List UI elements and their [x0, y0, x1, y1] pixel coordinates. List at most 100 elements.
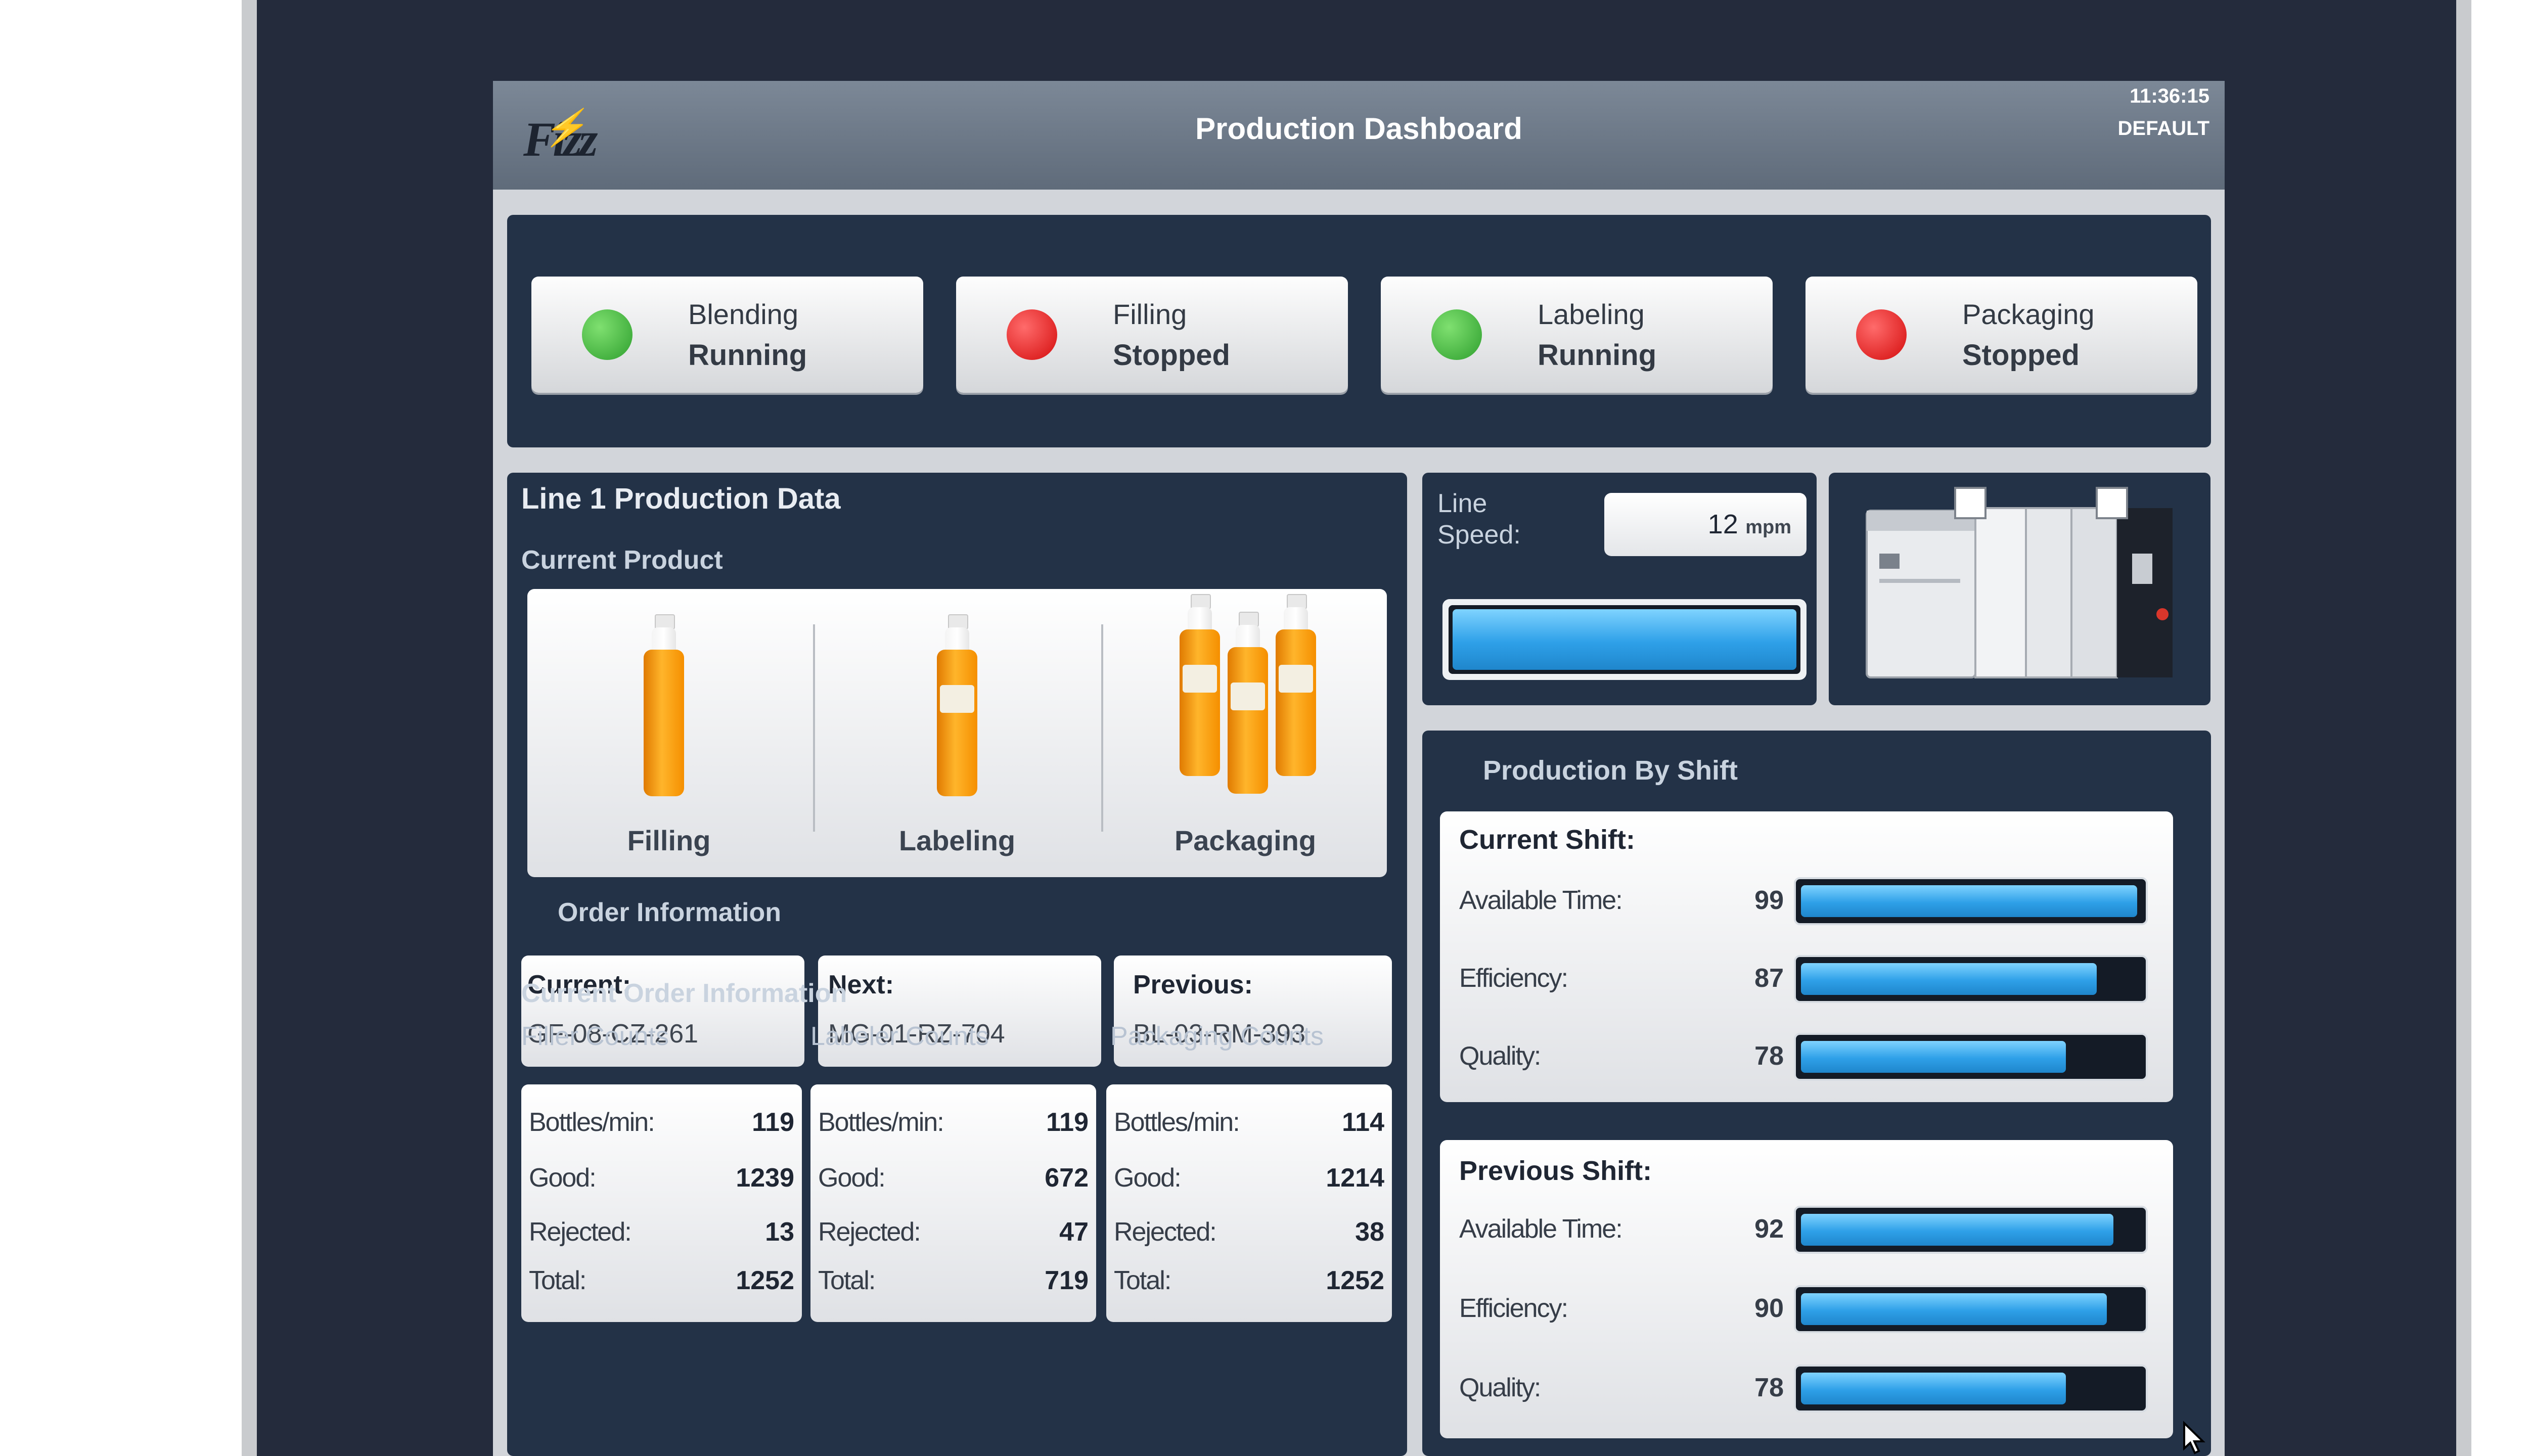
count-value: 38: [1355, 1217, 1384, 1247]
count-value: 1252: [736, 1266, 794, 1295]
count-key: Rejected:: [1114, 1217, 1217, 1247]
count-value: 719: [1045, 1266, 1089, 1295]
production-by-shift-panel: Production By Shift Current Shift: Avail…: [1422, 731, 2211, 1456]
labeler-counts-heading: Labeler Counts: [810, 1022, 989, 1051]
order-key: Previous:: [1133, 970, 1253, 999]
kpi-value: 92: [1754, 1214, 1784, 1244]
kpi-bar-fill: [1801, 963, 2097, 995]
count-row: Rejected: 13: [521, 1217, 802, 1267]
kpi-bar-fill: [1801, 1373, 2066, 1404]
kpi-value: 78: [1754, 1041, 1784, 1071]
kpi-value: 87: [1754, 964, 1784, 993]
controller-panel[interactable]: [1829, 473, 2210, 705]
count-row: Total: 1252: [1106, 1265, 1392, 1316]
status-lamp-red-icon: [1007, 309, 1057, 360]
count-value: 672: [1045, 1163, 1089, 1193]
count-row: Rejected: 38: [1106, 1217, 1392, 1267]
divider: [813, 624, 815, 832]
count-key: Bottles/min:: [818, 1108, 944, 1137]
product-step-labeling: Labeling: [816, 589, 1099, 877]
title-bar: ⚡ Fizz Production Dashboard 11:36:15 DEFA…: [493, 81, 2225, 190]
kpi-label: Available Time:: [1459, 886, 1623, 915]
count-key: Rejected:: [529, 1217, 632, 1247]
count-key: Rejected:: [818, 1217, 921, 1247]
order-info-label: Order Information: [558, 898, 782, 927]
divider: [1101, 624, 1103, 832]
line1-production-panel: Line 1 Production Data Current Product F…: [507, 473, 1407, 1456]
kpi-bar: [1794, 1364, 2148, 1413]
count-value: 1252: [1326, 1266, 1384, 1295]
kpi-label: Efficiency:: [1459, 964, 1568, 993]
product-step-label: Packaging: [1174, 825, 1317, 856]
kpi-row: Available Time: 92: [1440, 1200, 2173, 1260]
count-key: Good:: [1114, 1163, 1182, 1193]
count-value: 119: [1046, 1108, 1089, 1137]
count-row: Good: 1214: [1106, 1163, 1392, 1213]
line-speed-value: 12: [1707, 509, 1738, 539]
line-speed-readout: 12 mpm: [1604, 493, 1807, 556]
kpi-bar-fill: [1801, 1214, 2113, 1246]
status-lamp-green-icon: [582, 309, 633, 360]
mouse-cursor-icon: [2183, 1421, 2205, 1454]
filler-counts-heading: Filler Counts: [521, 1022, 669, 1051]
count-row: Good: 1239: [521, 1163, 802, 1213]
kpi-row: Quality: 78: [1440, 1358, 2173, 1419]
product-step-packaging: Packaging: [1104, 589, 1387, 877]
count-key: Good:: [818, 1163, 886, 1193]
kpi-bar: [1794, 877, 2148, 925]
current-shift-heading: Current Shift:: [1459, 825, 1635, 855]
count-key: Total:: [529, 1266, 586, 1295]
count-value: 114: [1342, 1108, 1384, 1137]
station-name: Blending: [688, 298, 798, 330]
current-order-info-label: Current Order Information: [521, 979, 847, 1008]
kpi-label: Efficiency:: [1459, 1294, 1568, 1323]
station-state: Stopped: [1962, 339, 2080, 372]
packaged-bottle-icon: [1228, 612, 1268, 804]
count-key: Total:: [1114, 1266, 1171, 1295]
kpi-value: 99: [1754, 886, 1784, 915]
count-row: Bottles/min: 119: [521, 1107, 802, 1158]
kpi-value: 78: [1754, 1373, 1784, 1402]
labeler-counts-card: Bottles/min: 119 Good: 672 Rejected: 47 Tot…: [810, 1084, 1096, 1322]
count-row: Rejected: 47: [810, 1217, 1096, 1267]
status-lamp-red-icon: [1856, 309, 1907, 360]
product-steps-card: Filling Labeling Packaging: [527, 589, 1387, 877]
line-speed-bar-fill: [1453, 609, 1796, 670]
status-lamp-green-icon: [1431, 309, 1482, 360]
kpi-row: Available Time: 99: [1440, 871, 2173, 932]
line-speed-unit: mpm: [1745, 517, 1791, 538]
kpi-bar-fill: [1801, 1041, 2066, 1073]
kpi-bar: [1794, 955, 2148, 1003]
station-button-blending[interactable]: Blending Running: [531, 277, 923, 393]
bottle-icon: [644, 614, 684, 806]
line-speed-bar-track: [1449, 605, 1800, 674]
packaging-counts-card: Bottles/min: 114 Good: 1214 Rejected: 38 To…: [1106, 1084, 1392, 1322]
count-value: 1214: [1326, 1163, 1384, 1193]
station-name: Filling: [1113, 298, 1187, 330]
count-key: Total:: [818, 1266, 876, 1295]
kpi-bar-fill: [1801, 885, 2137, 917]
station-name: Labeling: [1538, 298, 1645, 330]
count-value: 47: [1059, 1217, 1089, 1247]
count-value: 119: [752, 1108, 794, 1137]
kpi-label: Quality:: [1459, 1041, 1541, 1071]
line-speed-bar: [1442, 599, 1807, 680]
kpi-value: 90: [1754, 1294, 1784, 1323]
count-key: Bottles/min:: [529, 1108, 655, 1137]
line-speed-label: Line Speed:: [1437, 489, 1521, 550]
current-shift-card: Current Shift: Available Time: 99 Effici…: [1440, 811, 2173, 1102]
kpi-row: Quality: 78: [1440, 1027, 2173, 1087]
labeled-bottle-icon: [937, 614, 977, 806]
station-state: Running: [1538, 339, 1657, 372]
station-button-labeling[interactable]: Labeling Running: [1381, 277, 1773, 393]
count-key: Bottles/min:: [1114, 1108, 1240, 1137]
station-button-filling[interactable]: Filling Stopped: [956, 277, 1348, 393]
page-title: Production Dashboard: [1195, 112, 1522, 146]
station-state: Running: [688, 339, 807, 372]
kpi-label: Quality:: [1459, 1373, 1541, 1402]
line-speed-panel: Line Speed: 12 mpm: [1422, 473, 1817, 705]
station-button-packaging[interactable]: Packaging Stopped: [1805, 277, 2197, 393]
count-row: Bottles/min: 114: [1106, 1107, 1392, 1158]
product-step-label: Labeling: [898, 825, 1016, 856]
packaging-counts-heading: Packaging Counts: [1110, 1022, 1324, 1051]
